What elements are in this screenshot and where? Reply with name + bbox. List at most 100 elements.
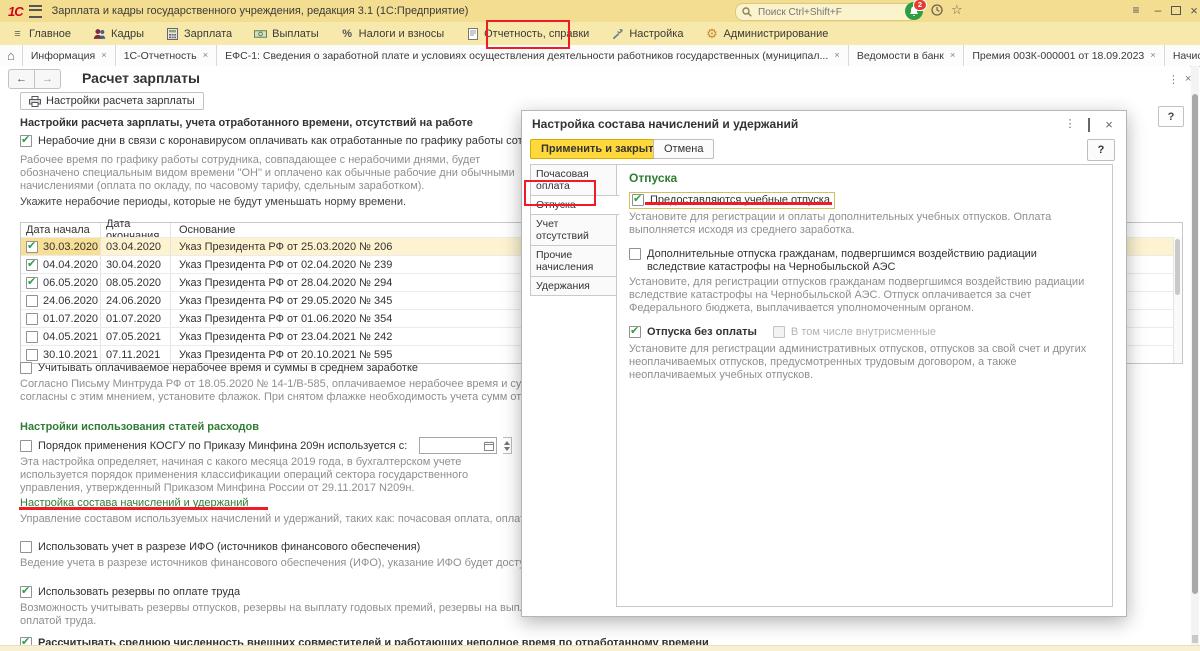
table-scrollbar[interactable]	[1173, 237, 1182, 363]
study-leave-note: Установите для регистрации и оплаты допо…	[629, 211, 1052, 236]
row-checkbox[interactable]	[26, 275, 38, 289]
page-scrollbar-thumb[interactable]	[1192, 94, 1198, 594]
tab-accruals[interactable]: Начисления×	[1165, 45, 1200, 66]
chernobyl-note: Установите, для регистрации отпусков гра…	[629, 276, 1085, 314]
tab-label: Ведомости в банк	[856, 49, 944, 62]
checkbox-checked-icon	[629, 324, 641, 338]
kosgu-date-field[interactable]	[422, 438, 483, 453]
close-tab-icon[interactable]: ×	[1150, 50, 1156, 61]
calendar-icon[interactable]	[484, 441, 495, 451]
tab-efs1[interactable]: ЕФС-1: Сведения о заработной плате и усл…	[217, 45, 849, 66]
global-search[interactable]	[735, 3, 917, 21]
kosgu-label: Порядок применения КОСГУ по Приказу Минф…	[38, 439, 408, 452]
dialog-close-icon[interactable]: ×	[1102, 117, 1116, 132]
menu-item-salary[interactable]: Зарплата	[155, 22, 243, 45]
forward-button[interactable]: →	[35, 69, 61, 89]
history-icon[interactable]	[930, 3, 944, 17]
reserves-checkbox-row[interactable]: Использовать резервы по оплате труда	[20, 584, 241, 598]
checkbox-checked-icon	[632, 192, 644, 206]
minimize-icon[interactable]: –	[1150, 2, 1166, 18]
menu-item-settings[interactable]: Настройка	[600, 22, 694, 45]
chernobyl-checkbox-row[interactable]: Дополнительные отпуска гражданам, подвер…	[629, 248, 1100, 274]
row-checkbox[interactable]	[26, 239, 38, 253]
row-checkbox[interactable]	[26, 348, 38, 361]
table-scrollbar-thumb[interactable]	[1175, 239, 1180, 295]
menu-item-main[interactable]: ≡ Главное	[0, 22, 82, 45]
wrench-icon	[611, 27, 624, 40]
menu-label: Кадры	[111, 27, 144, 40]
window-menu-icon[interactable]: ≡	[1128, 2, 1144, 18]
tab-bank-statements[interactable]: Ведомости в банк ×	[849, 45, 965, 66]
dialog-help-button[interactable]: ?	[1087, 139, 1115, 161]
checkbox-icon	[20, 362, 32, 374]
title-bar: 1С Зарплата и кадры государственного учр…	[0, 0, 1200, 22]
covid-days-checkbox-row[interactable]: Нерабочие дни в связи с коронавирусом оп…	[20, 133, 564, 147]
form-help-button[interactable]: ?	[1158, 106, 1184, 127]
tab-information[interactable]: Информация ×	[23, 45, 116, 66]
dialog-tab-deductions[interactable]: Удержания	[530, 276, 617, 296]
tab-label: Начисления	[1172, 49, 1200, 62]
menu-item-hr[interactable]: Кадры	[82, 22, 155, 45]
page-scrollbar-end[interactable]	[1192, 635, 1198, 643]
accruals-composition-link[interactable]: Настройка состава начислений и удержаний	[20, 497, 249, 509]
menu-item-taxes[interactable]: % Налоги и взносы	[330, 22, 456, 45]
average-earnings-checkbox-row[interactable]: Учитывать оплачиваемое нерабочее время и…	[20, 362, 418, 374]
print-settings-button[interactable]: Настройки расчета зарплаты	[20, 92, 204, 110]
kosgu-date-input[interactable]	[419, 437, 498, 454]
restore-icon[interactable]	[1168, 2, 1184, 18]
home-tab[interactable]: ⌂	[0, 45, 23, 66]
search-icon	[742, 7, 752, 17]
dialog-tab-other-accruals[interactable]: Прочие начисления	[530, 245, 617, 277]
row-checkbox[interactable]	[26, 294, 38, 307]
gear-icon: ⚙	[706, 25, 718, 41]
main-menu-icon[interactable]	[28, 4, 42, 18]
close-tab-icon[interactable]: ×	[101, 50, 107, 61]
close-tab-icon[interactable]: ×	[950, 50, 956, 61]
dialog-more-icon[interactable]: ⋮	[1063, 117, 1077, 130]
dialog-tab-hourly[interactable]: Почасовая оплата	[530, 164, 617, 196]
study-leave-label: Предоставляются учебные отпуска	[650, 194, 830, 206]
reserves-label: Использовать резервы по оплате труда	[38, 586, 241, 598]
row-checkbox[interactable]	[26, 330, 38, 343]
unpaid-leave-label: Отпуска без оплаты	[647, 326, 757, 338]
col-header-start[interactable]: Дата начала	[21, 223, 101, 237]
dialog-restore-icon[interactable]	[1082, 118, 1096, 132]
close-window-icon[interactable]: ×	[1186, 2, 1200, 18]
restore-glyph	[1088, 118, 1090, 132]
back-button[interactable]: ←	[8, 69, 35, 89]
search-input[interactable]	[756, 5, 890, 19]
dialog-tab-vacations[interactable]: Отпуска	[530, 195, 620, 215]
col-header-end[interactable]: Дата окончания	[101, 218, 171, 242]
section-menu-bar: ≡ Главное Кадры Зарплата Выплаты % Налог…	[0, 22, 1200, 45]
unpaid-leave-checkbox-row[interactable]: Отпуска без оплаты В том числе внутрисме…	[629, 324, 1100, 338]
date-spinner[interactable]	[503, 437, 513, 454]
cancel-button[interactable]: Отмена	[653, 139, 715, 159]
window-bottom-edge	[0, 645, 1200, 651]
unpaid-leave-note: Установите для регистрации административ…	[629, 343, 1087, 381]
dialog-tab-absences[interactable]: Учет отсутствий	[530, 214, 617, 246]
apply-and-close-button[interactable]: Применить и закрыть	[530, 139, 672, 159]
kosgu-checkbox-row[interactable]: Порядок применения КОСГУ по Приказу Минф…	[20, 437, 513, 454]
notification-badge: 2	[913, 0, 927, 11]
menu-label: Настройка	[629, 27, 684, 40]
study-leave-checkbox-row[interactable]: Предоставляются учебные отпуска	[629, 192, 1100, 209]
menu-item-payments[interactable]: Выплаты	[243, 22, 329, 45]
close-tab-icon[interactable]: ×	[834, 50, 840, 61]
tab-premium-doc[interactable]: Премия 003К-000001 от 18.09.2023 ×	[964, 45, 1165, 66]
form-more-icon[interactable]: ⋮	[1168, 73, 1179, 86]
notifications-bell-icon[interactable]: 2	[905, 0, 927, 20]
close-tab-icon[interactable]: ×	[203, 50, 209, 61]
row-checkbox[interactable]	[26, 312, 38, 325]
1c-logo: 1С	[8, 3, 24, 19]
tab-1c-reporting[interactable]: 1С-Отчетность ×	[116, 45, 218, 66]
ifo-checkbox-row[interactable]: Использовать учет в разрезе ИФО (источни…	[20, 541, 420, 553]
menu-label: Налоги и взносы	[358, 27, 445, 40]
dialog-tab-content: Отпуска Предоставляются учебные отпуска …	[616, 164, 1113, 607]
menu-item-administration[interactable]: ⚙ Администрирование	[694, 22, 839, 45]
page-scrollbar[interactable]	[1191, 66, 1199, 645]
favorites-star-icon[interactable]: ☆	[951, 2, 963, 18]
covid-note: Рабочее время по графику работы сотрудни…	[20, 154, 515, 192]
row-checkbox[interactable]	[26, 257, 38, 271]
cell-end: 30.04.2020	[101, 256, 171, 273]
menu-item-reports[interactable]: Отчетность, справки	[455, 22, 600, 45]
